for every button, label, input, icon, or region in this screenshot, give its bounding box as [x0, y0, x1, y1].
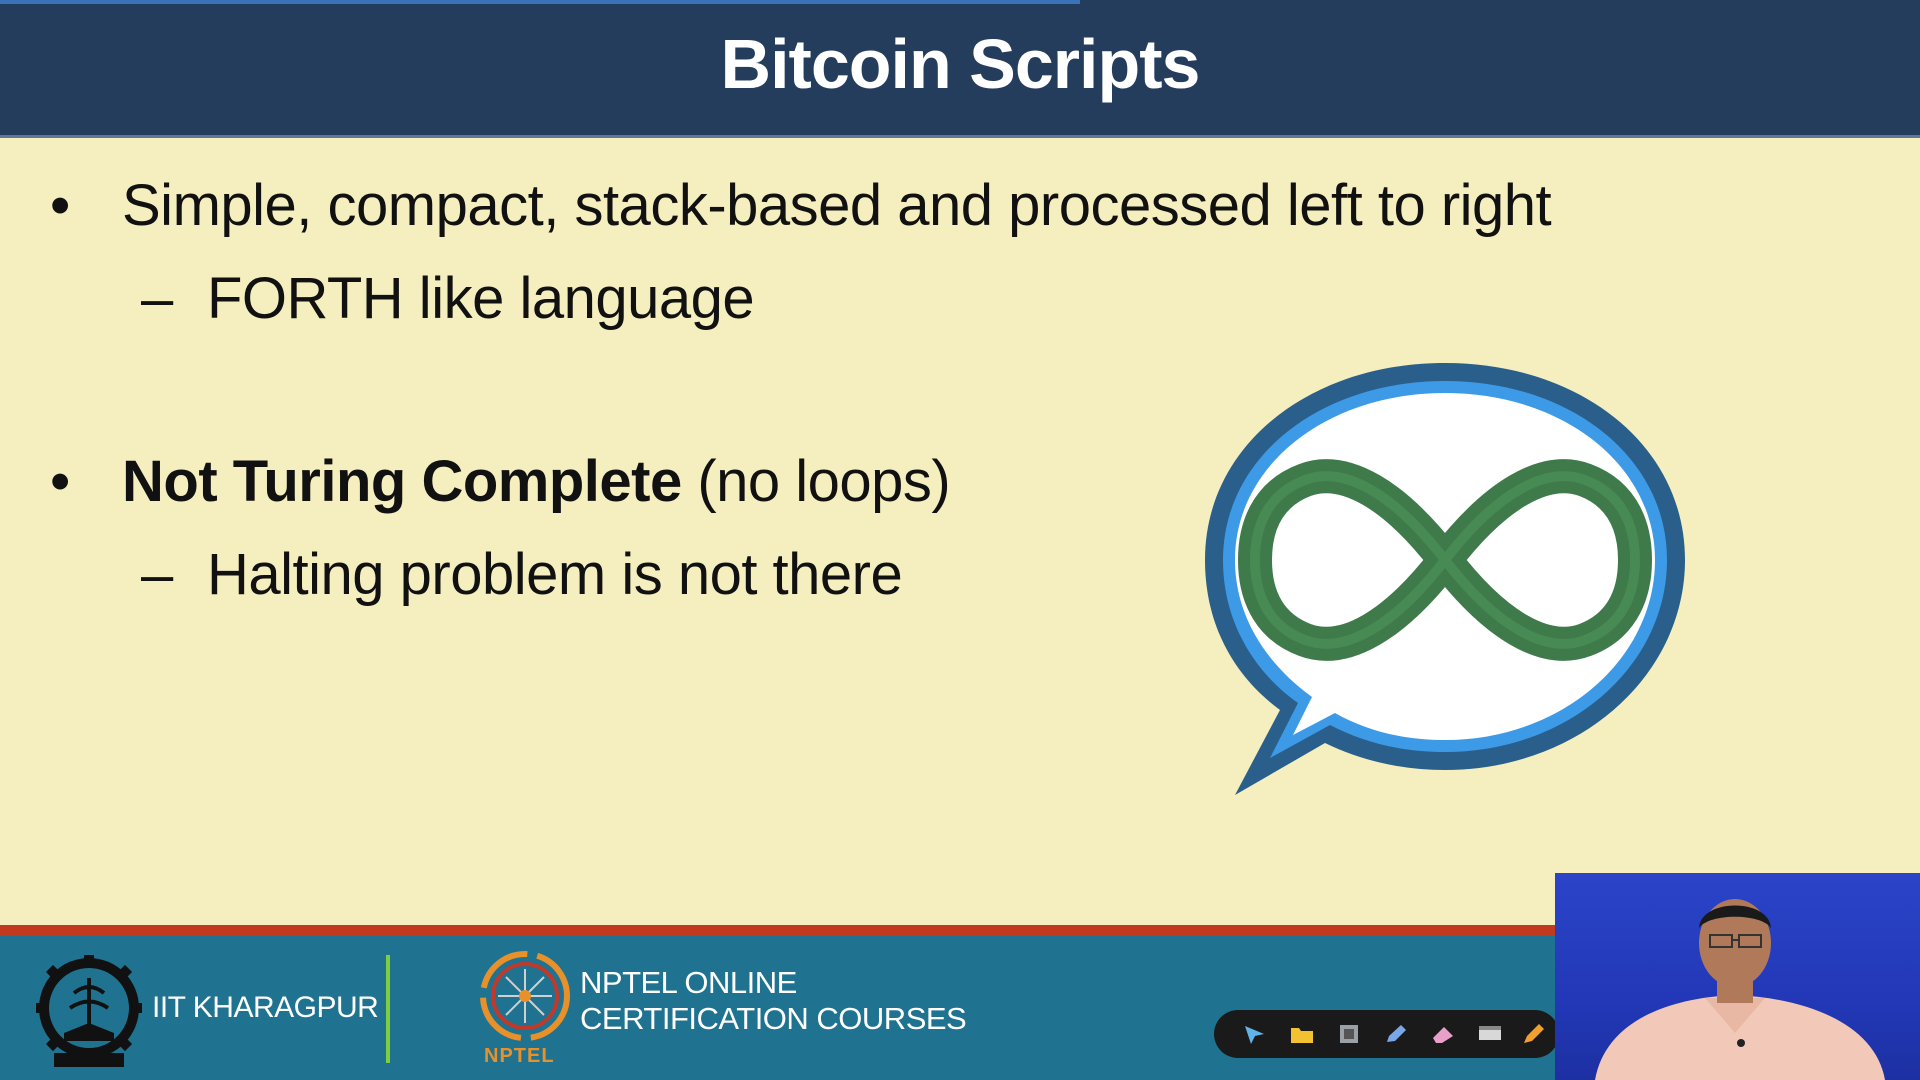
bullet-1-text: Simple, compact, stack-based and process…: [122, 173, 1552, 238]
nptel-courses-text: NPTEL ONLINE CERTIFICATION COURSES: [580, 965, 967, 1037]
presenter-figure: [1595, 899, 1885, 1080]
bullet-1-sub-1-text: FORTH like language: [207, 266, 755, 331]
presenter-video: [1555, 873, 1920, 1080]
board-icon[interactable]: [1477, 1022, 1503, 1046]
nptel-label: NPTEL: [484, 1045, 555, 1067]
bullet-1: • Simple, compact, stack-based and proce…: [50, 172, 1552, 239]
nptel-line-1: NPTEL ONLINE: [580, 965, 797, 1000]
annotation-toolbar: [1214, 1010, 1559, 1058]
iit-kharagpur-logo-icon: [36, 955, 142, 1067]
sub-bullet-marker: –: [141, 542, 173, 607]
bullet-2-bold-text: Not Turing Complete: [122, 449, 682, 514]
bullet-marker: •: [50, 449, 70, 514]
nptel-logo-icon: [480, 951, 570, 1041]
sub-bullet-marker: –: [141, 266, 173, 331]
pen-icon[interactable]: [1383, 1022, 1409, 1046]
infinity-speech-bubble-icon: [1205, 363, 1685, 795]
pointer-icon[interactable]: [1242, 1022, 1268, 1046]
nptel-line-2: CERTIFICATION COURSES: [580, 1001, 967, 1036]
bullet-2-sub-1-text: Halting problem is not there: [207, 542, 903, 607]
footer-divider: [386, 955, 390, 1063]
bullet-2-sub-1: – Halting problem is not there: [141, 541, 903, 608]
bullet-marker: •: [50, 173, 70, 238]
bullet-1-sub-1: – FORTH like language: [141, 265, 755, 332]
pencil-icon[interactable]: [1520, 1022, 1546, 1046]
bullet-2: • Not Turing Complete (no loops): [50, 448, 951, 515]
institute-name: IIT KHARAGPUR: [152, 991, 379, 1024]
lecture-slide: Bitcoin Scripts • Simple, compact, stack…: [0, 0, 1920, 1080]
folder-icon[interactable]: [1289, 1022, 1315, 1046]
bullet-2-text: (no loops): [681, 449, 951, 514]
eraser-icon[interactable]: [1430, 1022, 1456, 1046]
film-icon[interactable]: [1336, 1022, 1362, 1046]
